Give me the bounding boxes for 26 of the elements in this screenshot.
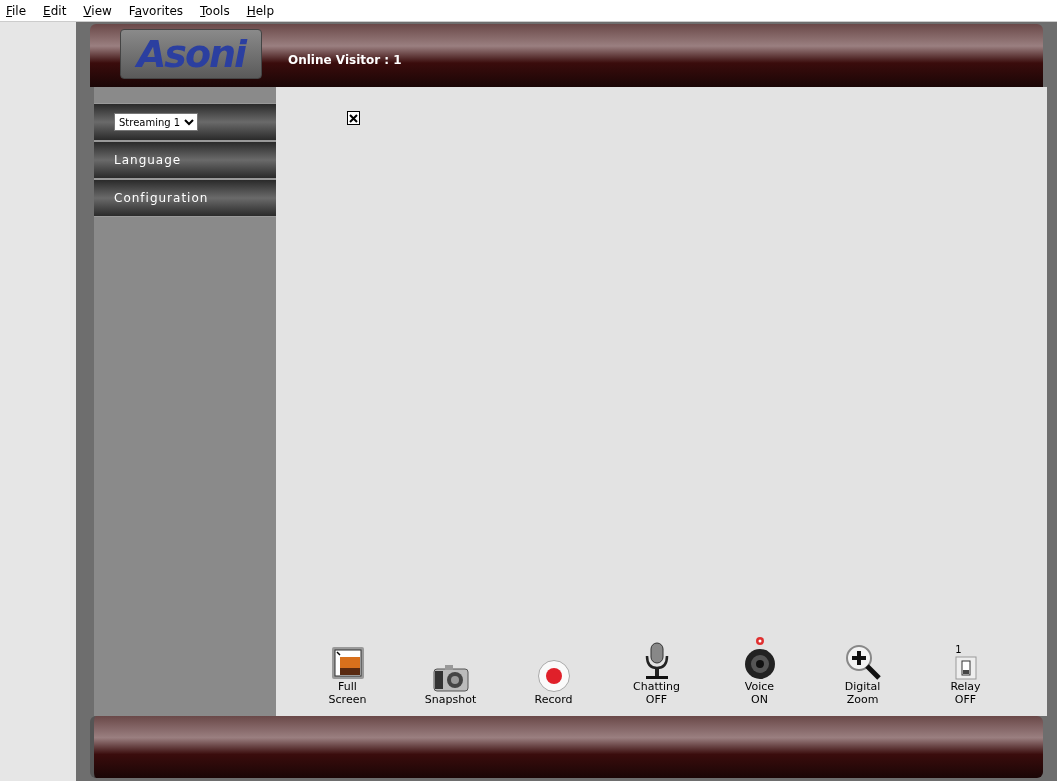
broken-image-icon: [347, 111, 360, 125]
toolbar-button[interactable]: Voice ON: [724, 636, 795, 706]
toolbar-button[interactable]: Snapshot: [415, 663, 486, 706]
toolbar-button[interactable]: 1 Relay OFF: [930, 643, 1001, 706]
sidebar-menu-item[interactable]: Configuration: [94, 179, 276, 217]
record-icon: [536, 659, 571, 693]
menu-item[interactable]: Favorites: [128, 4, 184, 17]
online-visitor-count: Online Visitor : 1: [288, 52, 402, 69]
camera-icon: [432, 663, 469, 693]
logo: Asoni: [120, 29, 262, 79]
switch-icon: [954, 656, 977, 680]
toolbar-button[interactable]: Digital Zoom: [827, 644, 898, 706]
stream-select[interactable]: Streaming 1: [114, 113, 198, 131]
menu-item[interactable]: Tools: [200, 4, 230, 17]
menu-item[interactable]: View: [83, 4, 112, 17]
menu-item[interactable]: Edit: [43, 4, 67, 17]
picture-frame-icon: [330, 646, 365, 680]
toolbar-button[interactable]: Chatting OFF: [621, 642, 692, 706]
zoom-in-icon: [844, 644, 881, 680]
sidebar-menu-item[interactable]: Language: [94, 141, 276, 179]
speaker-icon: [743, 636, 776, 680]
menu-item[interactable]: Help: [246, 4, 274, 17]
menu-item[interactable]: File: [6, 4, 27, 17]
toolbar-button[interactable]: Full Screen: [312, 646, 383, 706]
relay-number: 1: [955, 643, 962, 656]
toolbar-button[interactable]: Record: [518, 659, 589, 706]
